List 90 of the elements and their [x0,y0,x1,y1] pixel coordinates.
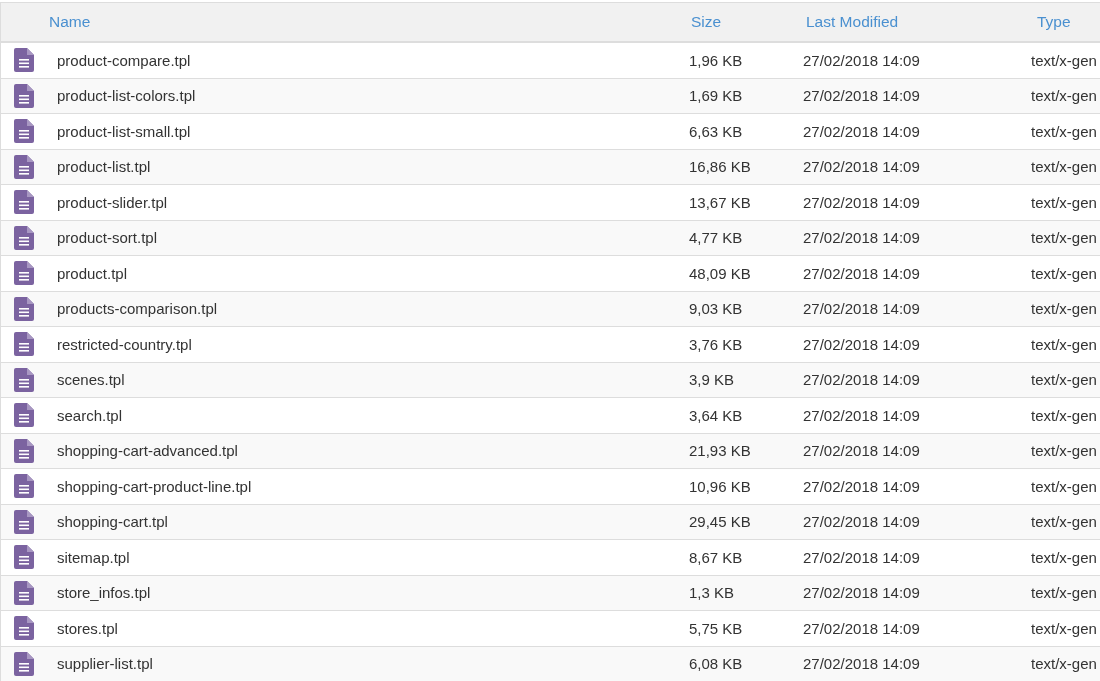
document-icon [14,83,34,108]
document-icon [14,438,34,463]
document-icon [14,651,34,676]
file-type: text/x-gen [1031,51,1097,69]
file-size: 1,3 KB [689,584,735,602]
file-name-link[interactable]: product-compare.tpl [57,51,191,69]
file-name-link[interactable]: shopping-cart.tpl [57,513,168,531]
file-size: 1,69 KB [689,87,743,105]
file-name-link[interactable]: supplier-list.tpl [57,655,153,673]
modified-date: 27/02/2018 14:09 [803,229,920,247]
file-name-link[interactable]: shopping-cart-product-line.tpl [57,477,252,495]
file-type: text/x-gen [1031,477,1097,495]
file-type: text/x-gen [1031,548,1097,566]
document-icon [14,225,34,250]
file-name-link[interactable]: restricted-country.tpl [57,335,192,353]
file-name-link[interactable]: stores.tpl [57,619,118,637]
file-size: 4,77 KB [689,229,743,247]
modified-date: 27/02/2018 14:09 [803,122,920,140]
file-size: 6,63 KB [689,122,743,140]
file-name-link[interactable]: search.tpl [57,406,123,424]
document-icon [14,48,34,73]
modified-date: 27/02/2018 14:09 [803,193,920,211]
modified-date: 27/02/2018 14:09 [803,655,920,673]
file-type: text/x-gen [1031,584,1097,602]
file-type: text/x-gen [1031,619,1097,637]
file-type: text/x-gen [1031,655,1097,673]
modified-date: 27/02/2018 14:09 [803,158,920,176]
file-size: 16,86 KB [689,158,751,176]
document-icon [14,332,34,357]
file-type: text/x-gen [1031,122,1097,140]
file-type: text/x-gen [1031,193,1097,211]
file-size: 29,45 KB [689,513,751,531]
file-type: text/x-gen [1031,158,1097,176]
file-name-link[interactable]: sitemap.tpl [57,548,130,566]
file-type: text/x-gen [1031,513,1097,531]
file-type: text/x-gen [1031,229,1097,247]
modified-date: 27/02/2018 14:09 [803,87,920,105]
file-name-link[interactable]: products-comparison.tpl [57,300,218,318]
modified-date: 27/02/2018 14:09 [803,406,920,424]
modified-date: 27/02/2018 14:09 [803,584,920,602]
file-type: text/x-gen [1031,406,1097,424]
document-icon [14,509,34,534]
file-size: 3,64 KB [689,406,743,424]
document-icon [14,403,34,428]
modified-date: 27/02/2018 14:09 [803,513,920,531]
document-icon [14,580,34,605]
document-icon [14,296,34,321]
file-type: text/x-gen [1031,335,1097,353]
file-size: 5,75 KB [689,619,743,637]
file-name-link[interactable]: product-sort.tpl [57,229,158,247]
file-size: 10,96 KB [689,477,751,495]
document-icon [14,367,34,392]
file-size: 9,03 KB [689,300,743,318]
file-name-link[interactable]: product-list-colors.tpl [57,87,196,105]
file-size: 6,08 KB [689,655,743,673]
file-name-link[interactable]: shopping-cart-advanced.tpl [57,442,238,460]
file-name-link[interactable]: product-slider.tpl [57,193,168,211]
modified-date: 27/02/2018 14:09 [803,477,920,495]
modified-date: 27/02/2018 14:09 [803,335,920,353]
file-name-link[interactable]: product.tpl [57,264,128,282]
file-size: 3,9 KB [689,371,735,389]
file-type: text/x-gen [1031,264,1097,282]
file-type: text/x-gen [1031,300,1097,318]
document-icon [14,154,34,179]
file-size: 13,67 KB [689,193,751,211]
modified-date: 27/02/2018 14:09 [803,548,920,566]
document-icon [14,545,34,570]
document-icon [14,190,34,215]
modified-date: 27/02/2018 14:09 [803,300,920,318]
document-icon [14,474,34,499]
modified-date: 27/02/2018 14:09 [803,264,920,282]
modified-date: 27/02/2018 14:09 [803,371,920,389]
file-type: text/x-gen [1031,442,1097,460]
document-icon [14,119,34,144]
file-size: 3,76 KB [689,335,743,353]
document-icon [14,261,34,286]
modified-date: 27/02/2018 14:09 [803,619,920,637]
file-size: 48,09 KB [689,264,751,282]
document-icon [14,616,34,641]
file-name-link[interactable]: product-list.tpl [57,158,151,176]
modified-date: 27/02/2018 14:09 [803,51,920,69]
file-type: text/x-gen [1031,371,1097,389]
file-size: 21,93 KB [689,442,751,460]
file-size: 1,96 KB [689,51,743,69]
file-type: text/x-gen [1031,87,1097,105]
file-name-link[interactable]: store_infos.tpl [57,584,151,602]
modified-date: 27/02/2018 14:09 [803,442,920,460]
file-name-link[interactable]: scenes.tpl [57,371,125,389]
file-name-link[interactable]: product-list-small.tpl [57,122,191,140]
file-size: 8,67 KB [689,548,743,566]
